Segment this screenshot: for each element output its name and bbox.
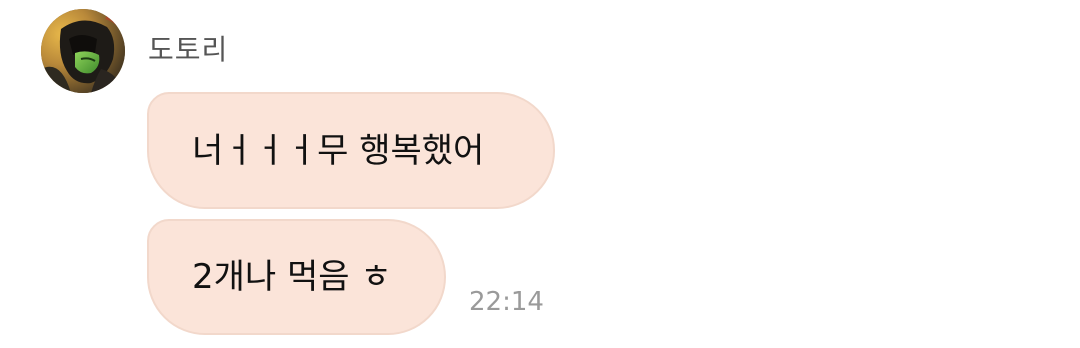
message-bubble[interactable]: 너ㅓㅓㅓ무 행복했어 bbox=[147, 92, 555, 209]
avatar-image bbox=[41, 9, 125, 93]
sender-name: 도토리 bbox=[148, 33, 229, 66]
message-text: 2개나 먹음 ㅎ bbox=[192, 257, 392, 297]
message-timestamp: 22:14 bbox=[469, 287, 544, 317]
message-text: 너ㅓㅓㅓ무 행복했어 bbox=[192, 130, 485, 171]
message-bubble[interactable]: 2개나 먹음 ㅎ bbox=[147, 219, 446, 335]
avatar[interactable] bbox=[41, 9, 125, 93]
message-group: 도토리 너ㅓㅓㅓ무 행복했어 2개나 먹음 ㅎ 22:14 bbox=[0, 0, 1080, 348]
